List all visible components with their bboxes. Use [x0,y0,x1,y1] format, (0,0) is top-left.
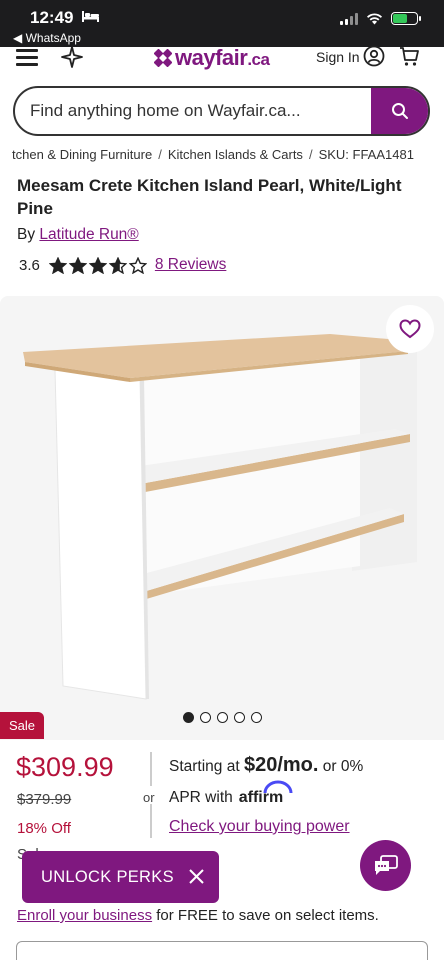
logo-text: wayfair.ca [175,45,270,71]
percent-off: 18% Off [17,820,71,837]
heart-icon [399,319,421,339]
sale-price: $309.99 [16,752,114,782]
affirm-logo: affirm [239,780,293,807]
close-icon[interactable] [188,868,205,885]
carousel-dots [183,712,262,723]
breadcrumb-separator: / [158,147,162,162]
star-icon [48,256,67,274]
wifi-icon [367,13,382,25]
wayfair-logo[interactable]: wayfair.ca [154,43,270,73]
product-gallery[interactable] [0,296,444,740]
cart-icon[interactable] [398,45,420,67]
carousel-dot[interactable] [251,712,262,723]
breadcrumb: tchen & Dining Furniture / Kitchen Islands… [0,147,444,167]
search-input[interactable] [30,88,370,134]
product-rating: 3.6 8 Reviews [19,256,226,274]
rating-value: 3.6 [19,256,40,274]
chat-icon [374,854,398,875]
enroll-business-link[interactable]: Enroll your business [17,907,152,924]
sign-in-link[interactable]: Sign In [316,49,360,65]
unlock-perks-banner[interactable]: UNLOCK PERKS [22,851,219,903]
bottom-option-box[interactable] [16,941,428,960]
favorite-button[interactable] [386,305,434,353]
back-to-whatsapp[interactable]: ◀ WhatsApp [13,31,81,45]
financing-prefix: Starting at [169,758,240,775]
product-image[interactable] [0,296,444,740]
financing-suffix: or 0% [322,758,364,775]
financing-text: Starting at $20/mo. or 0% [169,754,363,777]
battery-level [393,14,407,23]
search-bar [13,86,430,136]
carousel-dot[interactable] [183,712,194,723]
financing-amount: $20/mo. [243,754,319,776]
breadcrumb-separator: / [308,147,313,162]
site-header: wayfair.ca Sign In [0,45,444,79]
breadcrumb-sku: SKU: FFAA1481 [318,147,414,162]
business-enroll-line: Enroll your business for FREE to save on… [17,907,379,924]
or-label: or [143,790,155,805]
breadcrumb-item-dining-furniture[interactable]: tchen & Dining Furniture [12,147,152,162]
breadcrumb-item-kitchen-islands[interactable]: Kitchen Islands & Carts [168,147,303,162]
logo-suffix: .ca [247,50,270,69]
enroll-business-text: for FREE to save on select items. [156,907,379,924]
star-icon [108,256,127,274]
signal-icon [340,12,358,25]
carousel-dot[interactable] [217,712,228,723]
logo-mark-icon [154,49,172,67]
bed-icon [82,11,99,22]
carousel-dot[interactable] [200,712,211,723]
status-icons [340,12,421,25]
product-title: Meesam Crete Kitchen Island Pearl, White… [17,176,402,218]
affirm-arc-icon [263,780,293,794]
star-icon [68,256,87,274]
menu-icon[interactable] [16,49,38,67]
search-button[interactable] [371,88,428,134]
was-price: $379.99 [17,791,72,808]
check-buying-power-link[interactable]: Check your buying power [169,818,350,836]
star-icon [88,256,107,274]
price-divider [150,804,152,838]
search-icon [391,103,408,119]
user-icon[interactable] [363,45,385,67]
chat-button[interactable] [360,840,411,891]
brand-link[interactable]: Latitude Run® [39,226,138,243]
price-divider [150,752,152,786]
apr-prefix: APR with [169,789,233,806]
star-icon [128,256,147,274]
rating-stars [48,256,147,274]
status-time: 12:49 [30,8,74,27]
carousel-dot[interactable] [234,712,245,723]
unlock-perks-label: UNLOCK PERKS [41,867,174,886]
sale-badge: Sale [0,712,44,739]
logo-wordmark: wayfair [175,45,248,70]
sparkle-icon[interactable] [60,45,84,69]
reviews-link[interactable]: 8 Reviews [155,256,227,274]
battery-icon [391,12,421,25]
byline-prefix: By [17,226,36,243]
status-bar: 12:49 ◀ WhatsApp [0,0,444,47]
product-byline: By Latitude Run® [17,226,139,244]
apr-text: APR with affirm [169,780,293,807]
